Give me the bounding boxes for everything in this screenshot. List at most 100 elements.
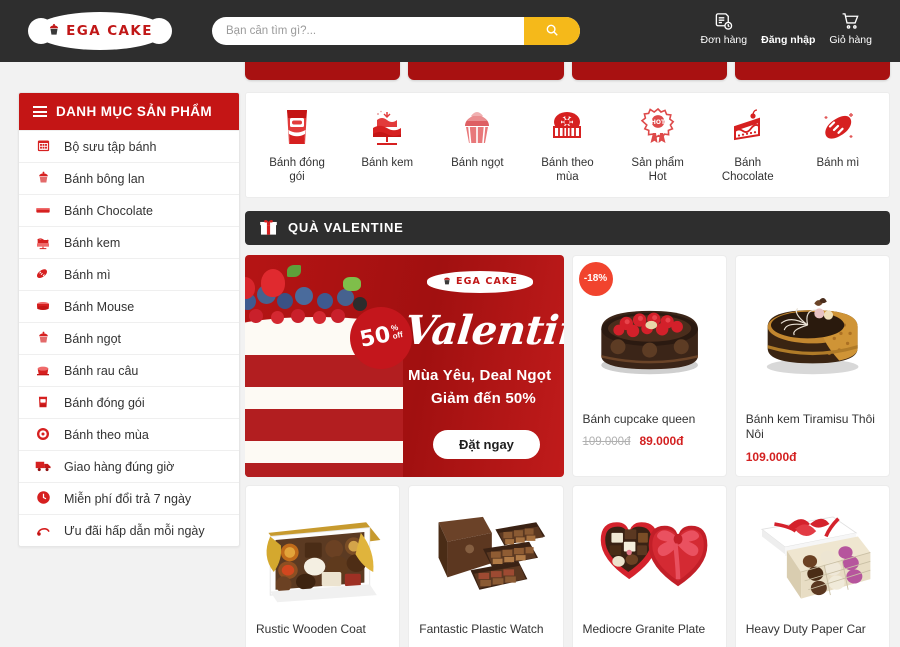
cupcake-icon [455,107,499,147]
header-action-label: Đơn hàng [700,34,748,46]
packaged-cake-icon [33,394,53,412]
packaged-cake-icon [275,107,319,147]
product-prices: 109.000đ [746,450,879,464]
chocolate-cake-icon [33,202,53,220]
product-name: Bánh cupcake queen [582,411,696,426]
sidebar-item-label: Bánh Mouse [64,299,135,314]
baguette-icon [816,107,860,147]
sidebar-title: DANH MỤC SẢN PHẨM [56,104,213,119]
section-header-valentine: QUÀ VALENTINE [245,210,890,245]
sidebar-item-cream-cake[interactable]: Bánh kem [19,226,239,258]
header-action-cart[interactable]: Giỏ hàng [829,9,872,46]
sidebar-item-sponge-cake[interactable]: Bánh bông lan [19,162,239,194]
product-card[interactable]: Rustic Wooden Coat [245,484,401,647]
search-bar[interactable] [212,17,580,45]
mousse-cake-icon [33,298,53,316]
sidebar-item-label: Bánh bông lan [64,171,145,186]
category-cream-cake[interactable]: Bánh kem [342,107,432,185]
category-packaged-cake[interactable]: Bánh đóng gói [252,107,342,185]
sidebar-item-label: Bánh Chocolate [64,203,153,218]
badge-off-text: % off [390,323,404,342]
svg-text:HOT: HOT [651,119,666,126]
sidebar-item-bread[interactable]: Bánh mì [19,258,239,290]
category-quicklinks: Bánh đóng gói Bánh kem Bánh ngọt Bánh th… [245,92,890,198]
product-image [746,496,879,616]
sidebar-item-daily-deal[interactable]: Ưu đãi hấp dẫn mỗi ngày [19,514,239,546]
sidebar-item-mousse-cake[interactable]: Bánh Mouse [19,290,239,322]
sidebar-item-jelly-cake[interactable]: Bánh rau câu [19,354,239,386]
search-button[interactable] [524,17,580,45]
site-logo[interactable]: EGA CAKE [28,12,172,50]
category-label: Bánh Chocolate [721,157,774,184]
valentine-grid-row1: 50 % off EGA CAKE Valentine Mùa Yêu, Dea… [245,254,890,477]
header-action-label: Đăng nhập [761,34,816,46]
category-label: Bánh đóng gói [269,157,325,184]
sidebar-item-label: Bánh theo mùa [64,427,149,442]
product-image [256,496,389,616]
category-sidebar: DANH MỤC SẢN PHẨM Bộ sưu tập bánh Bánh b… [18,92,240,547]
category-sweet-cake[interactable]: Bánh ngọt [432,107,522,185]
sweet-cake-icon [33,330,53,347]
product-card[interactable]: Heavy Duty Paper Car [734,484,890,647]
category-chocolate-cake[interactable]: Bánh Chocolate [703,107,793,185]
product-name: Mediocre Granite Plate [582,621,706,636]
product-image [746,266,879,406]
badge-number: 50 [357,322,393,354]
bread-icon [33,266,53,284]
cupcake-icon [47,23,61,39]
main-content: Bánh đóng gói Bánh kem Bánh ngọt Bánh th… [245,92,890,647]
sidebar-item-label: Bánh kem [64,235,121,250]
banner-cta-button[interactable]: Đặt ngay [433,429,540,459]
cupcake-icon [442,276,452,288]
category-label: Bánh theo mùa [541,157,594,184]
banner-logo: EGA CAKE [427,270,533,293]
sidebar-item-return-policy[interactable]: Miễn phí đổi trả 7 ngày [19,482,239,514]
return-policy-icon [33,490,53,507]
header-actions: Đơn hàng Đăng nhập Giỏ hàng [701,9,872,46]
sidebar-item-label: Giao hàng đúng giờ [64,459,175,474]
category-seasonal-cake[interactable]: Bánh theo mùa [522,107,612,185]
product-card[interactable]: Mediocre Granite Plate [571,484,727,647]
page-body: DANH MỤC SẢN PHẨM Bộ sưu tập bánh Bánh b… [0,58,900,647]
product-old-price: 109.000đ [582,436,631,449]
product-card[interactable]: Fantastic Plastic Watch [408,484,564,647]
header-action-orders[interactable]: Đơn hàng [700,9,748,46]
sidebar-item-label: Bộ sưu tập bánh [64,139,157,154]
product-name: Rustic Wooden Coat [256,621,366,636]
sidebar-item-label: Bánh đóng gói [64,395,145,410]
product-image [419,496,552,616]
daily-deal-icon [33,523,53,539]
sidebar-item-packaged-cake[interactable]: Bánh đóng gói [19,386,239,418]
sidebar-item-cake-collection[interactable]: Bộ sưu tập bánh [19,130,239,162]
sidebar-item-seasonal-cake[interactable]: Bánh theo mùa [19,418,239,450]
cake-slice-icon [726,107,770,147]
search-input[interactable] [212,17,524,45]
product-name: Fantastic Plastic Watch [419,621,544,636]
delivery-truck-icon [33,459,53,475]
banner-title: Valentine [402,306,564,354]
sidebar-item-label: Miễn phí đổi trả 7 ngày [64,491,192,506]
cart-icon [841,9,860,31]
product-card[interactable]: Bánh kem Tiramisu Thôi Nôi 109.000đ [734,254,890,477]
sidebar-item-label: Bánh rau câu [64,363,139,378]
sidebar-item-label: Bánh ngọt [64,331,121,346]
discount-badge: -18% [578,261,613,296]
category-hot-products[interactable]: HOT Sản phẩm Hot [613,107,703,185]
header-action-login[interactable]: Đăng nhập [761,31,815,46]
product-price: 89.000đ [639,434,684,449]
logo-inner: EGA CAKE [47,23,153,39]
product-image [583,496,716,616]
sidebar-item-chocolate-cake[interactable]: Bánh Chocolate [19,194,239,226]
search-icon [545,23,559,40]
product-name: Heavy Duty Paper Car [745,621,866,636]
sidebar-item-delivery[interactable]: Giao hàng đúng giờ [19,450,239,482]
sidebar-header[interactable]: DANH MỤC SẢN PHẨM [19,93,239,130]
banner-subtitle-1: Mùa Yêu, Deal Ngọt [408,366,552,384]
product-card[interactable]: -18% Bánh cupcake queen 109.000đ 89.000đ [571,254,727,477]
category-label: Bánh kem [361,157,414,169]
category-bread[interactable]: Bánh mì [793,107,883,185]
sponge-cake-icon [33,170,53,187]
product-prices: 109.000đ 89.000đ [583,434,716,448]
valentine-promo-banner[interactable]: 50 % off EGA CAKE Valentine Mùa Yêu, Dea… [245,254,564,477]
sidebar-item-sweet-cake[interactable]: Bánh ngọt [19,322,239,354]
